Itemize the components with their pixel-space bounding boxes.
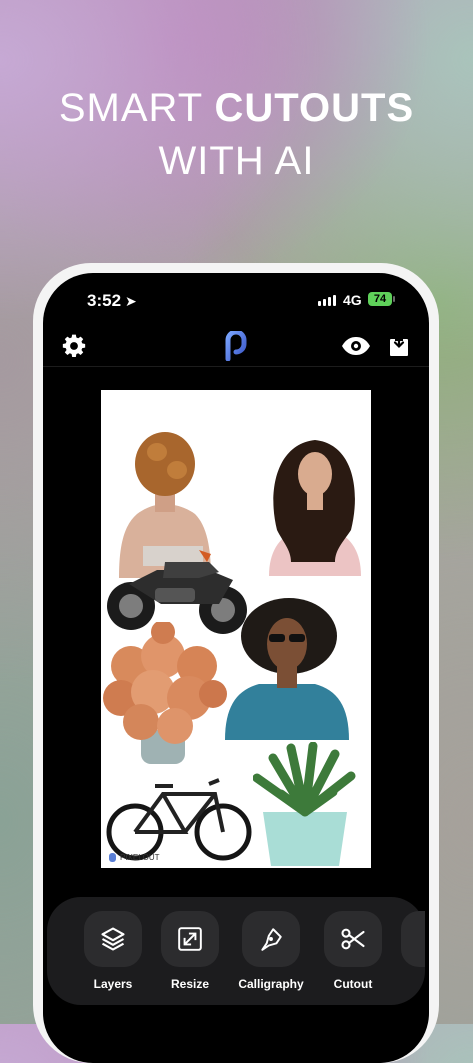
tool-layers[interactable]: Layers <box>78 911 148 991</box>
top-bar <box>43 329 429 367</box>
top-divider <box>43 366 429 367</box>
cutout-man-sunglasses-image[interactable] <box>225 596 349 740</box>
calligraphy-button[interactable] <box>242 911 300 967</box>
tool-cutout[interactable]: Cutout <box>318 911 388 991</box>
network-type: 4G <box>343 292 362 308</box>
tool-partial-button[interactable] <box>401 911 425 967</box>
cutout-button[interactable] <box>324 911 382 967</box>
layers-icon <box>101 927 125 951</box>
cutout-bicycle-image[interactable] <box>105 772 253 864</box>
tool-label: Cutout <box>333 977 373 991</box>
cutout-aloe-plant-image[interactable] <box>253 742 357 866</box>
tool-calligraphy[interactable]: Calligraphy <box>236 911 306 991</box>
battery-level: 74 <box>373 293 387 305</box>
status-time: 3:52 ➤ <box>87 291 137 310</box>
status-bar: 3:52 ➤ 4G 74 <box>43 273 429 329</box>
download-icon[interactable] <box>388 333 410 357</box>
pixelout-watermark-icon <box>109 853 116 862</box>
gear-icon[interactable] <box>61 333 87 359</box>
tool-label: Resize <box>170 977 210 991</box>
eye-icon[interactable] <box>341 336 371 356</box>
headline-line-1: SMART CUTOUTS <box>58 86 415 130</box>
battery-icon: 74 <box>368 292 395 306</box>
editor-canvas[interactable]: PIXELOUT <box>101 390 371 868</box>
tool-resize[interactable]: Resize <box>155 911 225 991</box>
cutout-roses-bouquet-image[interactable] <box>101 622 229 767</box>
signal-icon <box>318 295 336 306</box>
phone-screen: 3:52 ➤ 4G 74 PIXELOUT Layers Resize Call… <box>43 273 429 1063</box>
location-arrow-icon: ➤ <box>125 293 137 309</box>
pixelout-logo-icon <box>225 331 247 361</box>
resize-button[interactable] <box>161 911 219 967</box>
headline-line-2: WITH AI <box>158 139 315 183</box>
resize-icon <box>178 927 202 951</box>
scissors-icon <box>341 928 365 950</box>
tool-label: Calligraphy <box>238 977 304 991</box>
tool-bar: Layers Resize Calligraphy Cutout <box>47 897 425 1005</box>
cutout-woman-curly-hair-image[interactable] <box>261 430 369 576</box>
layers-button[interactable] <box>84 911 142 967</box>
pen-nib-icon <box>261 928 282 951</box>
pixelout-watermark: PIXELOUT <box>109 853 160 862</box>
tool-label: Layers <box>93 977 133 991</box>
